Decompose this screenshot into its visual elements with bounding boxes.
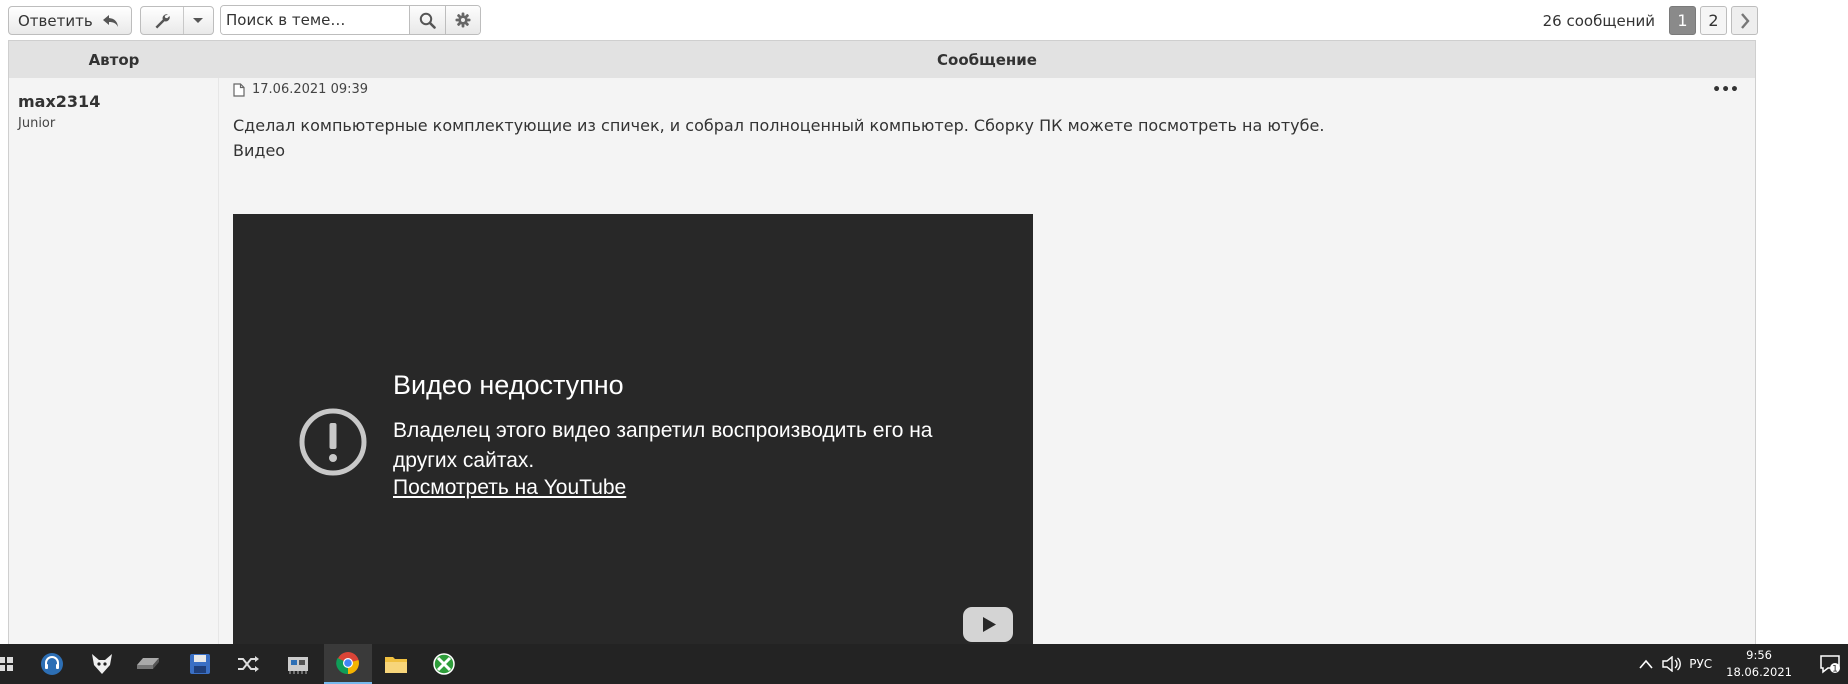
- headset-icon[interactable]: [28, 644, 76, 684]
- more-options-icon[interactable]: •••: [1712, 82, 1739, 98]
- drive-icon[interactable]: [124, 644, 172, 684]
- alert-icon: [299, 408, 367, 476]
- start-icon[interactable]: [0, 644, 30, 684]
- post-author-column: max2314 Junior: [9, 78, 219, 644]
- video-unavailable-message: Владелец этого видео запретил воспроизво…: [393, 419, 933, 472]
- folder-icon[interactable]: [372, 644, 420, 684]
- post-header: 17.06.2021 09:39: [233, 82, 1755, 97]
- header-author: Автор: [88, 50, 140, 69]
- post-body: Сделал компьютерные комплектующие из спи…: [233, 113, 1755, 163]
- youtube-logo-icon[interactable]: [963, 607, 1013, 642]
- chevron-up-icon[interactable]: [1639, 659, 1653, 669]
- posts-table: Автор Сообщение max2314 Junior 17.06.202…: [8, 40, 1756, 644]
- chevron-down-icon: [184, 17, 213, 25]
- wrench-icon: [141, 7, 184, 34]
- page-2-button[interactable]: 2: [1700, 6, 1727, 35]
- watch-on-youtube-link[interactable]: Посмотреть на YouTube: [393, 476, 626, 500]
- advanced-search-button[interactable]: [444, 6, 480, 34]
- author-rank: Junior: [18, 116, 56, 131]
- table-header: Автор Сообщение: [9, 41, 1755, 78]
- reply-arrow-icon: [102, 13, 120, 29]
- topic-toolbar: Ответить 26 сооб: [0, 0, 1848, 40]
- input-language[interactable]: РУС: [1689, 657, 1712, 671]
- document-icon[interactable]: [233, 82, 245, 97]
- post-text: Сделал компьютерные комплектующие из спи…: [233, 116, 1325, 135]
- post-row: max2314 Junior 17.06.2021 09:39 ••• Сдел…: [9, 78, 1755, 644]
- xbox-icon[interactable]: [420, 644, 468, 684]
- search-button[interactable]: [409, 6, 445, 34]
- clock-date: 18.06.2021: [1726, 665, 1792, 679]
- next-page-button[interactable]: [1731, 6, 1758, 35]
- topic-search: [220, 5, 481, 35]
- reply-button[interactable]: Ответить: [8, 6, 132, 35]
- gear-icon: [455, 12, 471, 28]
- header-message: Сообщение: [937, 50, 1037, 69]
- shuffle-icon[interactable]: [224, 644, 272, 684]
- post-date: 17.06.2021 09:39: [252, 82, 369, 97]
- network-card-icon[interactable]: [274, 644, 322, 684]
- video-unavailable-title: Видео недоступно: [393, 370, 624, 400]
- post-count: 26 сообщений: [1542, 11, 1655, 30]
- post-video-label: Видео: [233, 141, 286, 160]
- chevron-right-icon: [1740, 12, 1750, 29]
- volume-icon[interactable]: [1661, 656, 1682, 672]
- notifications-icon[interactable]: 1: [1812, 654, 1848, 674]
- notification-count: 1: [1832, 665, 1838, 675]
- search-icon: [419, 12, 436, 29]
- pagination: 26 сообщений 1 2: [1543, 6, 1758, 35]
- page-1-button[interactable]: 1: [1669, 6, 1696, 35]
- system-tray: РУС 9:56 18.06.2021 1: [1639, 644, 1848, 684]
- youtube-embed[interactable]: Видео недоступно Владелец этого видео за…: [233, 214, 1033, 644]
- chrome-icon[interactable]: [324, 644, 372, 684]
- fox-icon[interactable]: [78, 644, 126, 684]
- topic-tools-button[interactable]: [140, 6, 214, 35]
- windows-taskbar: РУС 9:56 18.06.2021 1: [0, 644, 1848, 684]
- reply-label: Ответить: [18, 11, 93, 30]
- clock-time: 9:56: [1746, 648, 1772, 662]
- post-message-column: 17.06.2021 09:39 ••• Сделал компьютерные…: [219, 78, 1755, 644]
- author-username[interactable]: max2314: [18, 92, 218, 111]
- search-input[interactable]: [221, 6, 409, 34]
- save-icon[interactable]: [176, 644, 224, 684]
- clock[interactable]: 9:56 18.06.2021: [1726, 647, 1792, 681]
